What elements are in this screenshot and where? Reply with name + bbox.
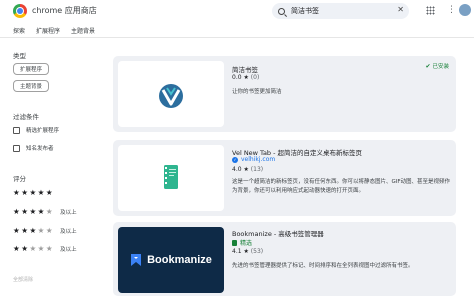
star-icon: ★ (243, 248, 249, 255)
clear-search-icon[interactable]: ✕ (397, 5, 404, 14)
filter-featured[interactable]: 精选扩展程序 (13, 126, 59, 134)
check-circle-icon: ✔ (425, 62, 431, 70)
result-card[interactable]: Bookmanize Bookmanize - 高级书签管理器 精选 4.1 ★… (113, 222, 456, 296)
rating-filter-4[interactable]: ★★★★★ 及以上 (13, 207, 77, 216)
extension-rating: 4.0 ★ (13) (232, 166, 263, 173)
rating-suffix: 及以上 (60, 209, 77, 216)
logo-v-icon (159, 84, 183, 108)
extension-description: 先进的书签管理器提供了标记、时间排序和在全列表视图中过滤所有书签。 (232, 263, 414, 269)
search-input[interactable]: 简洁书签 ✕ (272, 3, 409, 19)
filter-label-featured: 精选扩展程序 (26, 128, 60, 134)
result-card[interactable]: Vel New Tab - 超简洁的自定义桌布新标签页 ✓ velhikj.co… (113, 140, 456, 216)
rating-filter-2[interactable]: ★★★★★ 及以上 (13, 244, 77, 253)
star-rating-icon: ★★★★★ (13, 244, 55, 253)
search-value[interactable]: 简洁书签 (291, 6, 319, 16)
installed-label: 已安装 (432, 64, 449, 70)
filter-label-established: 知名发布者 (26, 146, 54, 152)
rating-filter-5[interactable]: ★★★★★ (13, 188, 54, 197)
rating-count: (53) (250, 248, 264, 255)
extension-rating: 0.0 ★ (0) (232, 74, 259, 81)
featured-label: 精选 (240, 240, 253, 247)
rating-suffix: 及以上 (60, 246, 77, 253)
rating-value: 4.0 (232, 166, 242, 173)
chrome-logo-icon[interactable] (13, 4, 27, 18)
star-icon: ★ (243, 166, 249, 173)
filter-label: 过滤条件 (13, 113, 39, 121)
rating-filter-3[interactable]: ★★★★★ 及以上 (13, 226, 77, 235)
search-icon[interactable] (278, 7, 285, 15)
type-label: 类型 (13, 52, 26, 60)
star-rating-icon: ★★★★★ (13, 226, 55, 235)
notebook-icon (164, 165, 178, 189)
avatar[interactable] (459, 4, 471, 16)
rating-count: (13) (250, 166, 264, 173)
star-icon: ★ (243, 74, 249, 81)
header-divider (0, 37, 474, 38)
filter-established-publisher[interactable]: 知名发布者 (13, 144, 54, 152)
extension-thumbnail: Bookmanize (118, 227, 224, 293)
featured-badge: 精选 (232, 238, 252, 247)
extension-thumbnail (118, 145, 224, 211)
extension-title[interactable]: Bookmanize - 高级书签管理器 (232, 228, 324, 238)
bookmanize-logo-icon (131, 254, 142, 266)
top-bar: chrome 应用商店 简洁书签 ✕ ⋮ (0, 0, 474, 22)
type-chip-themes[interactable]: 主题背景 (13, 80, 50, 92)
publisher-site[interactable]: ✓ velhikj.com (232, 156, 275, 163)
more-options-icon[interactable]: ⋮ (447, 5, 456, 15)
featured-icon (232, 239, 237, 246)
apps-grid-icon[interactable] (426, 6, 435, 15)
rating-value: 0.0 (232, 74, 242, 81)
extension-description: 这是一个超简洁的新标签页，没有任何东西。你可以将静态图片、GIF动图、甚至是视频… (232, 179, 451, 194)
result-card[interactable]: 简洁书签 ✔ 已安装 0.0 ★ (0) 让你的书签更加简洁 (113, 56, 456, 132)
verified-icon: ✓ (232, 156, 238, 163)
type-chip-extensions[interactable]: 扩展程序 (13, 63, 50, 75)
extension-title[interactable]: 简洁书签 (232, 64, 258, 74)
rating-count: (0) (250, 74, 260, 81)
app-title[interactable]: chrome 应用商店 (32, 5, 97, 16)
tab-explore[interactable]: 探索 (13, 26, 25, 35)
installed-badge: ✔ 已安装 (425, 62, 449, 71)
extension-description: 让你的书签更加简洁 (232, 89, 282, 95)
rating-suffix: 及以上 (60, 228, 77, 235)
tab-extensions[interactable]: 扩展程序 (36, 26, 60, 35)
extension-thumbnail (118, 61, 224, 127)
checkbox[interactable] (13, 144, 20, 152)
star-rating-icon: ★★★★★ (13, 207, 55, 216)
nav-tabs: 探索 扩展程序 主题背景 (13, 26, 95, 35)
checkbox[interactable] (13, 126, 20, 134)
rating-value: 4.1 (232, 248, 242, 255)
rating-label: 评分 (13, 175, 26, 183)
tab-themes[interactable]: 主题背景 (71, 26, 95, 35)
extension-rating: 4.1 ★ (53) (232, 248, 263, 255)
thumbnail-wordmark: Bookmanize (147, 254, 212, 266)
star-rating-icon: ★★★★★ (13, 188, 55, 197)
clear-filters-link[interactable]: 全部清除 (13, 276, 33, 283)
publisher-domain[interactable]: velhikj.com (241, 156, 275, 163)
